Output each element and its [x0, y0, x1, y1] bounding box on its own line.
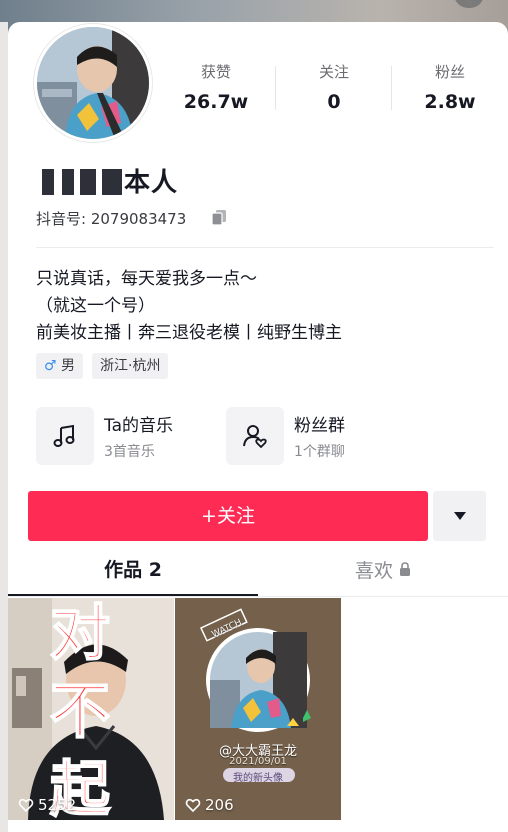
video-likes-count: 206 — [205, 796, 234, 814]
name-redaction — [36, 169, 122, 195]
divider — [36, 247, 494, 248]
video-caption-date: 2021/09/01 — [229, 756, 287, 767]
bio-line: （就这一个号） — [36, 296, 155, 316]
music-tile-subtitle: 3首音乐 — [104, 444, 155, 460]
lock-icon — [399, 548, 411, 592]
profile-name: 本人 — [36, 162, 178, 199]
follow-button[interactable]: +关注 — [28, 491, 428, 541]
fan-group-tile[interactable]: 粉丝群 1个群聊 — [226, 407, 396, 465]
stat-following-value: 0 — [327, 91, 341, 113]
overlay-char: 不 — [49, 677, 111, 747]
video-caption-tag: 我的新头像 — [233, 773, 283, 784]
video-likes: 5252 — [18, 796, 76, 814]
tabs-divider — [8, 596, 508, 597]
tab-likes-label: 喜欢 — [354, 560, 393, 582]
fan-group-tile-subtitle: 1个群聊 — [294, 444, 345, 460]
stat-followers[interactable]: 粉丝 2.8w — [392, 62, 508, 116]
gender-tag-label: 男 — [61, 358, 76, 374]
video-cover-image — [175, 598, 341, 820]
triangle-down-icon — [453, 512, 466, 520]
avatar-image — [37, 27, 149, 139]
stat-following[interactable]: 关注 0 — [276, 62, 392, 116]
gender-tag: ♂ 男 — [36, 353, 84, 379]
stat-likes-label: 获赞 — [200, 63, 231, 81]
tab-works[interactable]: 作品 2 — [8, 548, 258, 594]
overlay-char: 对 — [49, 599, 111, 669]
video-thumbnail[interactable]: 对 不 起 5252 — [8, 598, 174, 820]
video-likes-count: 5252 — [38, 796, 77, 814]
stat-followers-value: 2.8w — [424, 91, 476, 113]
location-tag-label: 浙江·杭州 — [100, 358, 161, 374]
bio-line: 只说真话，每天爱我多一点～ — [36, 269, 257, 289]
content-tabs: 作品 2 喜欢 — [8, 548, 508, 598]
music-tile[interactable]: Ta的音乐 3首音乐 — [36, 407, 206, 465]
copy-icon[interactable] — [210, 208, 228, 226]
stat-followers-label: 粉丝 — [434, 63, 465, 81]
stat-likes-value: 26.7w — [183, 91, 249, 113]
profile-stats: 获赞 26.7w 关注 0 粉丝 2.8w — [158, 62, 508, 118]
video-likes: 206 — [185, 796, 234, 814]
stat-following-label: 关注 — [318, 63, 349, 81]
avatar[interactable] — [34, 24, 152, 142]
fan-group-tile-title: 粉丝群 — [294, 416, 345, 436]
location-tag: 浙江·杭州 — [92, 353, 169, 379]
fan-group-icon — [226, 407, 284, 465]
douyin-id: 抖音号: 2079083473 — [36, 210, 187, 228]
heart-icon — [185, 798, 201, 813]
more-options-button[interactable] — [433, 491, 486, 541]
male-icon: ♂ — [44, 358, 57, 374]
music-note-icon — [36, 407, 94, 465]
music-tile-title: Ta的音乐 — [104, 416, 173, 436]
background-edge — [0, 22, 8, 832]
profile-bio: 只说真话，每天爱我多一点～ （就这一个号） 前美妆主播丨奔三退役老模丨纯野生博主 — [36, 266, 342, 347]
heart-icon — [18, 798, 34, 813]
tab-likes[interactable]: 喜欢 — [258, 548, 508, 594]
bio-line: 前美妆主播丨奔三退役老模丨纯野生博主 — [36, 323, 342, 343]
video-thumbnail[interactable]: WATCH @大大霸王龙 2021/09/01 我的新头像 206 — [175, 598, 341, 820]
stat-likes[interactable]: 获赞 26.7w — [158, 62, 274, 116]
profile-name-text: 本人 — [124, 168, 179, 198]
